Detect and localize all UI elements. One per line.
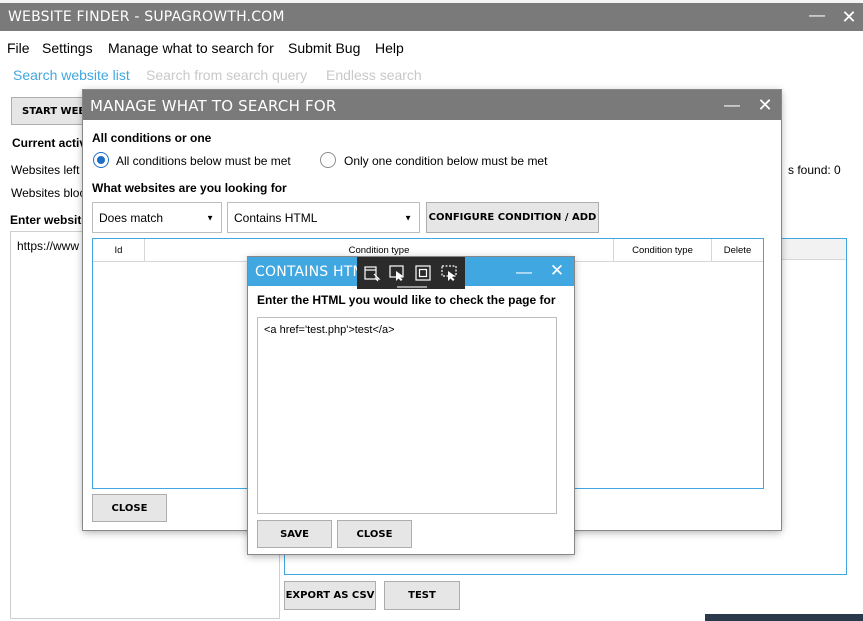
menu-file[interactable]: File <box>7 40 30 56</box>
contains-dialog-title: CONTAINS HTM <box>255 264 365 280</box>
snip-toolbar <box>357 257 465 289</box>
websites-textarea-value: https://www <box>17 239 80 253</box>
manage-close-button[interactable]: CLOSE <box>92 494 167 522</box>
region-snip-icon[interactable] <box>440 264 458 282</box>
cursor-select-icon[interactable] <box>388 264 406 282</box>
found-count: s found: 0 <box>788 163 841 177</box>
tab-endless-search[interactable]: Endless search <box>326 67 422 83</box>
websites-left-label: Websites left <box>11 163 80 177</box>
looking-for-heading: What websites are you looking for <box>92 181 287 195</box>
condition-type-select[interactable]: Contains HTML ▼ <box>227 202 420 233</box>
menu-manage-search[interactable]: Manage what to search for <box>108 40 274 56</box>
main-window-title: WEBSITE FINDER - SUPAGROWTH.COM <box>8 9 285 25</box>
chevron-down-icon: ▼ <box>404 213 412 222</box>
tab-search-from-query[interactable]: Search from search query <box>146 67 307 83</box>
match-select-value: Does match <box>99 210 164 225</box>
close-icon[interactable]: ✕ <box>838 8 860 26</box>
taskbar-edge <box>705 614 863 621</box>
conditions-heading: All conditions or one <box>92 131 212 145</box>
radio-all-conditions[interactable] <box>93 152 109 168</box>
header-id: Id <box>93 239 145 261</box>
html-prompt: Enter the HTML you would like to check t… <box>257 293 556 307</box>
match-select[interactable]: Does match ▼ <box>92 202 222 233</box>
menu-help[interactable]: Help <box>375 40 404 56</box>
html-textarea-value: <a href='test.php'>test</a> <box>264 324 395 336</box>
chevron-down-icon: ▼ <box>206 213 214 222</box>
header-condition-type-2: Condition type <box>614 239 712 261</box>
main-titlebar: WEBSITE FINDER - SUPAGROWTH.COM — ✕ <box>0 3 863 31</box>
current-activity-label: Current activ <box>12 136 87 150</box>
menu-settings[interactable]: Settings <box>42 40 93 56</box>
manage-minimize-icon[interactable]: — <box>721 98 743 114</box>
manage-dialog-title: MANAGE WHAT TO SEARCH FOR <box>90 97 337 115</box>
contains-dialog: CONTAINS HTM — ✕ Enter the HTML you woul… <box>248 257 574 554</box>
radio-one-condition[interactable] <box>320 152 336 168</box>
manage-titlebar: MANAGE WHAT TO SEARCH FOR — ✕ <box>83 90 781 120</box>
menu-bar: File Settings Manage what to search for … <box>0 31 863 61</box>
radio-all-conditions-label: All conditions below must be met <box>116 154 291 168</box>
menu-submit-bug[interactable]: Submit Bug <box>288 40 360 56</box>
manage-close-icon[interactable]: ✕ <box>754 96 776 114</box>
enter-websites-label: Enter website <box>10 213 89 227</box>
configure-condition-button[interactable]: CONFIGURE CONDITION / ADD <box>426 202 599 233</box>
window-snip-icon[interactable] <box>363 264 381 282</box>
html-textarea[interactable]: <a href='test.php'>test</a> <box>257 317 557 514</box>
websites-blocked-label: Websites bloc <box>11 186 86 200</box>
radio-one-condition-label: Only one condition below must be met <box>344 154 548 168</box>
contains-close-button[interactable]: CLOSE <box>337 520 412 548</box>
export-csv-button[interactable]: EXPORT AS CSV <box>284 581 376 610</box>
fullscreen-snip-icon[interactable] <box>414 264 432 282</box>
contains-close-icon[interactable]: ✕ <box>546 262 568 279</box>
tab-search-website-list[interactable]: Search website list <box>13 67 130 83</box>
toolbar-drag-handle[interactable] <box>397 286 427 288</box>
condition-type-select-value: Contains HTML <box>234 210 318 225</box>
header-delete: Delete <box>723 244 752 256</box>
test-button[interactable]: TEST <box>384 581 460 610</box>
minimize-icon[interactable]: — <box>806 8 828 24</box>
contains-minimize-icon[interactable]: — <box>513 265 535 281</box>
save-button[interactable]: SAVE <box>257 520 332 548</box>
